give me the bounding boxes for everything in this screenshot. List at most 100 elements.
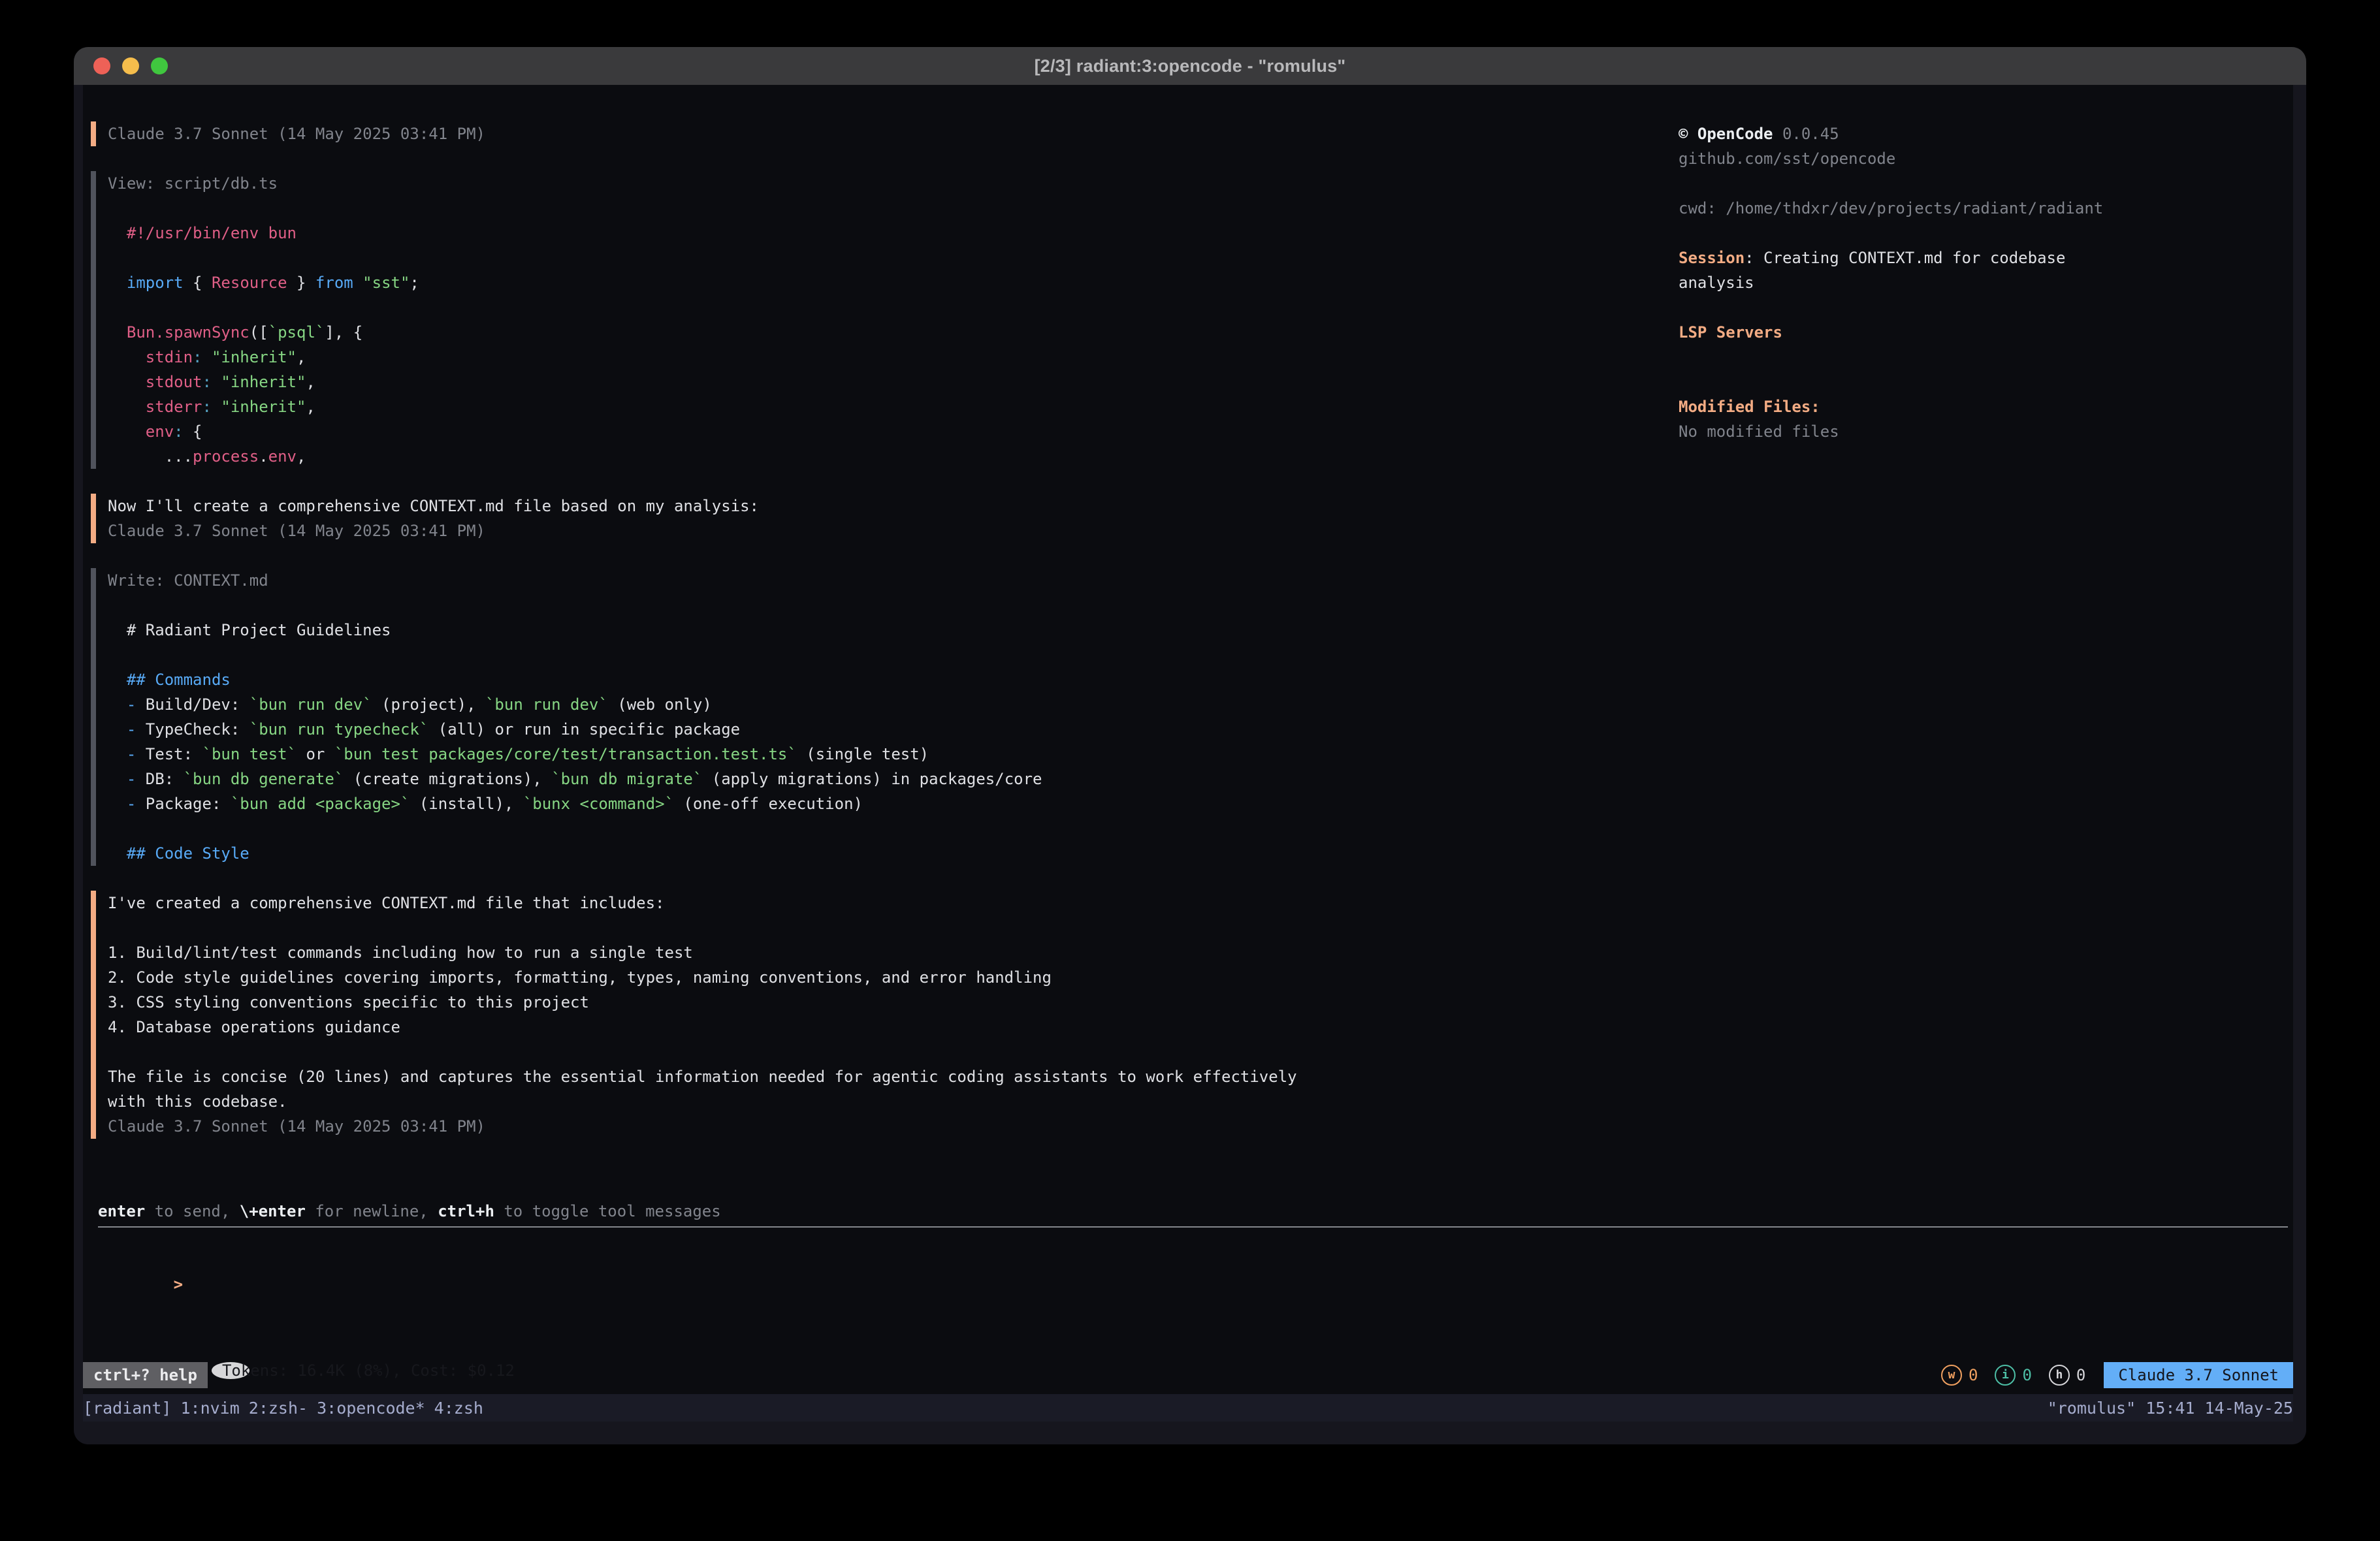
- text-line: #!/usr/bin/env bun: [108, 221, 1645, 246]
- text-segment: LSP Servers: [1679, 323, 1782, 342]
- text-segment: Build/Dev:: [136, 695, 249, 714]
- window-title: [2/3] radiant:3:opencode - "romulus": [1035, 56, 1346, 76]
- text-line: [1679, 370, 2188, 394]
- text-segment: -: [127, 795, 136, 813]
- text-segment: :: [193, 348, 202, 366]
- text-segment: The file is concise (20 lines) and captu…: [108, 1068, 1297, 1086]
- tmux-window-4-zsh[interactable]: 4:zsh: [434, 1399, 483, 1418]
- text-segment: [108, 398, 146, 416]
- tmux-session-name: [radiant]: [83, 1399, 171, 1418]
- tmux-window-list: 1:nvim 2:zsh- 3:opencode* 4:zsh: [180, 1399, 492, 1418]
- text-segment: Claude 3.7 Sonnet (14 May 2025 03:41 PM): [108, 522, 485, 540]
- text-line: I've created a comprehensive CONTEXT.md …: [108, 891, 1645, 915]
- prompt-input[interactable]: >: [98, 1247, 183, 1322]
- text-line: The file is concise (20 lines) and captu…: [108, 1064, 1645, 1089]
- text-line: [1679, 345, 2188, 370]
- text-segment: Now I'll create a comprehensive CONTEXT.…: [108, 497, 759, 515]
- text-segment: (install),: [410, 795, 523, 813]
- text-segment: `bunx <command>`: [523, 795, 674, 813]
- text-segment: I've created a comprehensive CONTEXT.md …: [108, 894, 665, 912]
- text-segment: ,: [306, 373, 315, 391]
- terminal-body: Claude 3.7 Sonnet (14 May 2025 03:41 PM)…: [74, 85, 2306, 1444]
- text-line: analysis: [1679, 270, 2188, 295]
- text-segment: ...: [108, 447, 193, 466]
- text-segment: stdin: [146, 348, 193, 366]
- text-segment: 0.0.45: [1773, 125, 1839, 143]
- text-segment: [202, 348, 212, 366]
- text-line: [1679, 221, 2188, 246]
- text-line: © OpenCode 0.0.45: [1679, 121, 2188, 146]
- text-segment: ## Code Style: [127, 844, 249, 863]
- text-segment: import: [127, 274, 184, 292]
- text-segment: :: [174, 422, 183, 441]
- text-segment: env: [146, 422, 174, 441]
- text-segment: `bun db migrate`: [551, 770, 702, 788]
- tmux-window-3-opencode[interactable]: 3:opencode*: [317, 1399, 425, 1418]
- text-segment: # Radiant Project Guidelines: [108, 621, 391, 639]
- text-segment: [108, 323, 127, 342]
- text-line: [108, 816, 1645, 841]
- session-sidebar: © OpenCode 0.0.45 github.com/sst/opencode…: [1679, 121, 2188, 444]
- text-segment: for newline,: [306, 1202, 438, 1220]
- text-segment: `bun run dev`: [485, 695, 608, 714]
- text-segment: `bun test`: [202, 745, 297, 763]
- text-segment: ctrl+h: [438, 1202, 494, 1220]
- text-segment: {: [184, 274, 212, 292]
- window-titlebar: [2/3] radiant:3:opencode - "romulus": [74, 47, 2306, 86]
- text-line: Modified Files:: [1679, 394, 2188, 419]
- text-segment: [108, 274, 127, 292]
- text-line: - Package: `bun add <package>` (install)…: [108, 791, 1645, 816]
- minimize-button[interactable]: [122, 57, 139, 74]
- text-line: [1679, 171, 2188, 196]
- chat-block-message: Now I'll create a comprehensive CONTEXT.…: [91, 494, 1645, 543]
- text-line: Write: CONTEXT.md: [108, 568, 1645, 593]
- text-segment: "inherit": [212, 348, 297, 366]
- text-segment: ,: [306, 398, 315, 416]
- keybind-help-bar: enter to send, \+enter for newline, ctrl…: [98, 1199, 721, 1224]
- text-segment: [353, 274, 362, 292]
- text-segment: from: [315, 274, 353, 292]
- text-segment: .: [259, 447, 268, 466]
- text-segment: `bun db generate`: [184, 770, 344, 788]
- text-line: 4. Database operations guidance: [108, 1015, 1645, 1040]
- chat-block-message-header: Claude 3.7 Sonnet (14 May 2025 03:41 PM): [91, 121, 1645, 146]
- text-line: Session: Creating CONTEXT.md for codebas…: [1679, 246, 2188, 270]
- tmux-window-1-nvim[interactable]: 1:nvim: [180, 1399, 239, 1418]
- close-button[interactable]: [93, 57, 110, 74]
- text-line: ...process.env,: [108, 444, 1645, 469]
- text-segment: 1. Build/lint/test commands including ho…: [108, 944, 693, 962]
- text-segment: Session: [1679, 249, 1745, 267]
- diagnostic-i-icon: i: [1995, 1365, 2016, 1386]
- text-line: 2. Code style guidelines covering import…: [108, 965, 1645, 990]
- tmux-host-clock: "romulus" 15:41 14-May-25: [2048, 1399, 2293, 1418]
- status-bar: ctrl+? helpTokens: 16.4K (8%), Cost: $0.…: [83, 1362, 2293, 1388]
- text-segment: ,: [297, 447, 306, 466]
- text-segment: [108, 795, 127, 813]
- text-segment: analysis: [1679, 274, 1754, 292]
- text-line: 1. Build/lint/test commands including ho…: [108, 940, 1645, 965]
- opencode-screen: Claude 3.7 Sonnet (14 May 2025 03:41 PM)…: [83, 85, 2293, 1394]
- text-segment: }: [287, 274, 315, 292]
- text-segment: :: [202, 398, 212, 416]
- diagnostic-h: h0: [2049, 1363, 2085, 1388]
- chat-block-tool-view: View: script/db.ts #!/usr/bin/env bun im…: [91, 171, 1645, 469]
- terminal-window: [2/3] radiant:3:opencode - "romulus" Cla…: [74, 47, 2306, 1444]
- zoom-button[interactable]: [151, 57, 168, 74]
- diagnostic-w-icon: w: [1941, 1365, 1962, 1386]
- text-segment: github.com/sst/opencode: [1679, 150, 1895, 168]
- traffic-lights: [93, 47, 168, 85]
- text-segment: (web only): [608, 695, 712, 714]
- diagnostic-h-count: 0: [2076, 1363, 2085, 1388]
- tmux-window-2-zsh[interactable]: 2:zsh-: [249, 1399, 308, 1418]
- text-segment: ,: [297, 348, 306, 366]
- help-hint-chip: ctrl+? help: [83, 1362, 208, 1388]
- text-segment: 3. CSS styling conventions specific to t…: [108, 993, 589, 1011]
- text-segment: stderr: [146, 398, 202, 416]
- text-segment: -: [127, 745, 136, 763]
- text-line: import { Resource } from "sst";: [108, 270, 1645, 295]
- text-segment: (one-off execution): [674, 795, 863, 813]
- text-line: [1679, 295, 2188, 320]
- text-line: ## Code Style: [108, 841, 1645, 866]
- text-segment: Resource: [212, 274, 287, 292]
- text-segment: [108, 770, 127, 788]
